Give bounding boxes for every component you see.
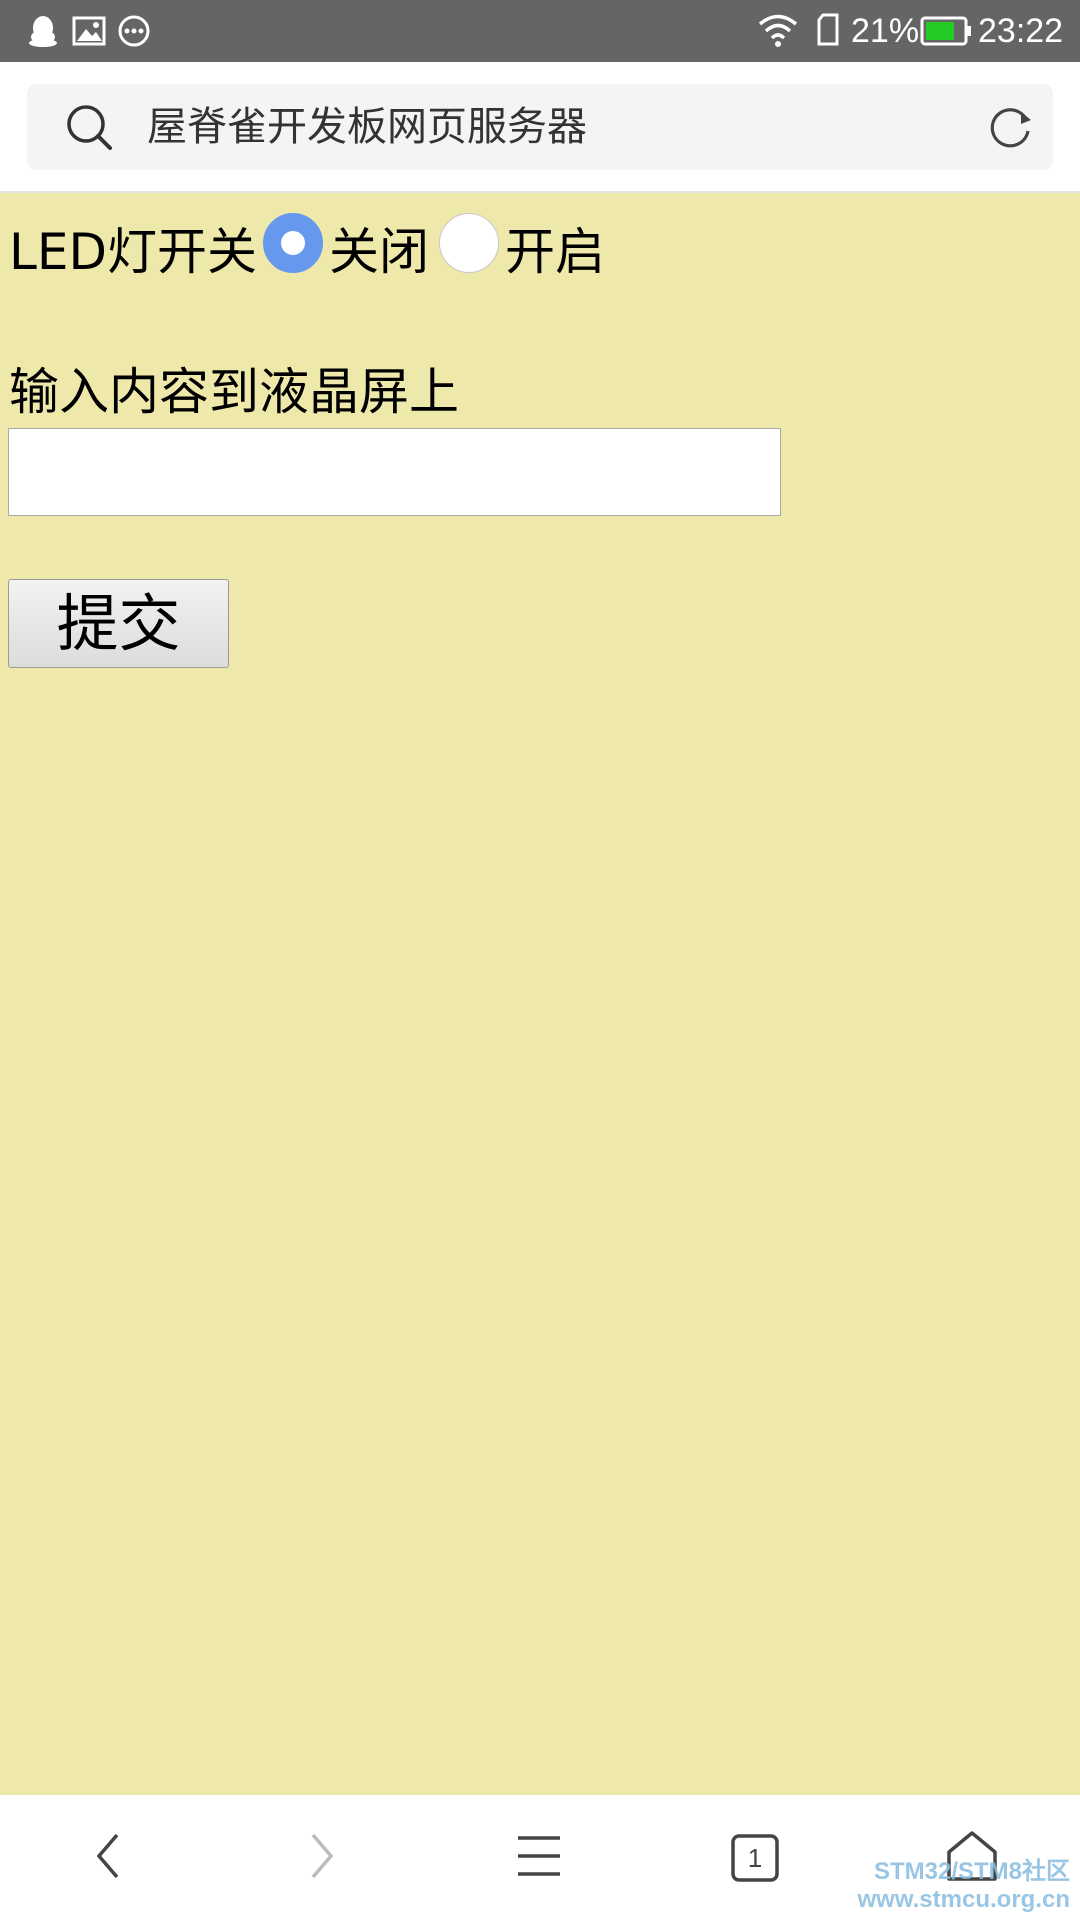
forward-icon [307, 1831, 337, 1885]
submit-button[interactable]: 提交 [8, 579, 229, 668]
battery-percent: 21% [851, 12, 920, 50]
tab-count: 1 [747, 1842, 763, 1873]
page-content: LED灯开关 关闭 开启 输入内容到液晶屏上 提交 [0, 193, 1080, 1795]
menu-icon [516, 1834, 562, 1882]
address-bar: 屋脊雀开发板网页服务器 [0, 62, 1080, 193]
lcd-text-input[interactable] [8, 428, 781, 516]
wifi-icon [757, 12, 799, 52]
watermark-line1: STM32/STM8社区 [873, 1858, 1070, 1885]
status-bar: 21% 23:22 [0, 0, 1080, 62]
more-dots-icon [117, 14, 151, 52]
menu-button[interactable] [479, 1795, 599, 1920]
watermark: STM32/STM8社区 www.stmcu.org.cn [858, 1858, 1070, 1914]
watermark-line2: www.stmcu.org.cn [857, 1886, 1070, 1913]
back-icon [93, 1831, 123, 1885]
back-button[interactable] [48, 1795, 168, 1920]
forward-button[interactable] [262, 1795, 382, 1920]
lcd-input-label: 输入内容到液晶屏上 [9, 363, 459, 421]
page-title[interactable]: 屋脊雀开发板网页服务器 [147, 84, 587, 170]
radio-on[interactable] [438, 213, 499, 273]
tabs-button[interactable]: 1 [695, 1795, 815, 1920]
qq-icon [26, 14, 60, 52]
reload-icon[interactable] [987, 104, 1035, 154]
battery-icon [920, 15, 972, 51]
sim-icon [816, 13, 840, 51]
radio-off-label[interactable]: 关闭 [329, 221, 429, 283]
url-field[interactable]: 屋脊雀开发板网页服务器 [27, 84, 1053, 170]
image-icon [72, 14, 106, 52]
tabs-icon: 1 [731, 1833, 779, 1882]
radio-off[interactable] [262, 213, 323, 273]
search-icon [65, 103, 113, 155]
clock: 23:22 [978, 12, 1064, 50]
led-switch-row: LED灯开关 关闭 开启 [9, 213, 605, 283]
radio-on-label[interactable]: 开启 [505, 221, 605, 283]
led-switch-label: LED灯开关 [9, 223, 257, 281]
